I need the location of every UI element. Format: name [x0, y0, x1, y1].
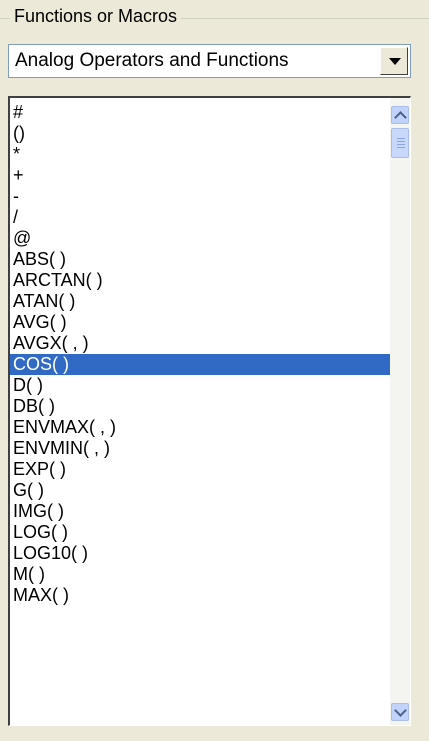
combo-selected-value: Analog Operators and Functions [15, 50, 289, 71]
list-item[interactable]: ABS( ) [10, 249, 390, 270]
list-item[interactable]: MAX( ) [10, 585, 390, 606]
list-item[interactable]: DB( ) [10, 396, 390, 417]
scroll-up-button[interactable] [391, 106, 409, 124]
grip-line [397, 147, 405, 148]
list-item[interactable]: IMG( ) [10, 501, 390, 522]
grip-line [397, 138, 405, 139]
list-items: #() * + - / @ ABS( ) ARCTAN( ) ATAN( ) AVG( ) AVGX… [10, 102, 390, 606]
list-item[interactable]: - [10, 186, 390, 207]
list-item[interactable]: LOG10( ) [10, 543, 390, 564]
list-item[interactable]: ARCTAN( ) [10, 270, 390, 291]
list-item[interactable]: ENVMAX( , ) [10, 417, 390, 438]
list-item[interactable]: * [10, 144, 390, 165]
scrollbar-thumb[interactable] [391, 128, 409, 158]
list-item[interactable]: / [10, 207, 390, 228]
chevron-down-icon [389, 58, 401, 65]
list-item[interactable]: D( ) [10, 375, 390, 396]
functions-listbox[interactable]: #() * + - / @ ABS( ) ARCTAN( ) ATAN( ) AVG( ) AVGX… [8, 96, 411, 726]
list-item[interactable]: AVG( ) [10, 312, 390, 333]
list-item[interactable]: # [10, 102, 390, 123]
group-title: Functions or Macros [10, 6, 182, 27]
category-combobox[interactable]: Analog Operators and Functions [8, 44, 411, 78]
scroll-down-icon [394, 704, 407, 717]
scroll-up-icon [394, 111, 407, 124]
vertical-scrollbar[interactable] [390, 98, 410, 725]
grip-line [397, 144, 405, 145]
list-item[interactable]: @ [10, 228, 390, 249]
list-item[interactable]: LOG( ) [10, 522, 390, 543]
list-item[interactable]: + [10, 165, 390, 186]
grip-line [397, 141, 405, 142]
list-item[interactable]: EXP( ) [10, 459, 390, 480]
list-item[interactable]: G( ) [10, 480, 390, 501]
scroll-down-button[interactable] [391, 703, 409, 721]
list-item[interactable]: ENVMIN( , ) [10, 438, 390, 459]
list-item[interactable]: () [10, 123, 390, 144]
list-item[interactable]: ATAN( ) [10, 291, 390, 312]
list-item[interactable]: M( ) [10, 564, 390, 585]
list-item[interactable]: AVGX( , ) [10, 333, 390, 354]
combo-dropdown-button[interactable] [380, 47, 408, 75]
list-item-selected[interactable]: COS( ) [10, 354, 390, 375]
